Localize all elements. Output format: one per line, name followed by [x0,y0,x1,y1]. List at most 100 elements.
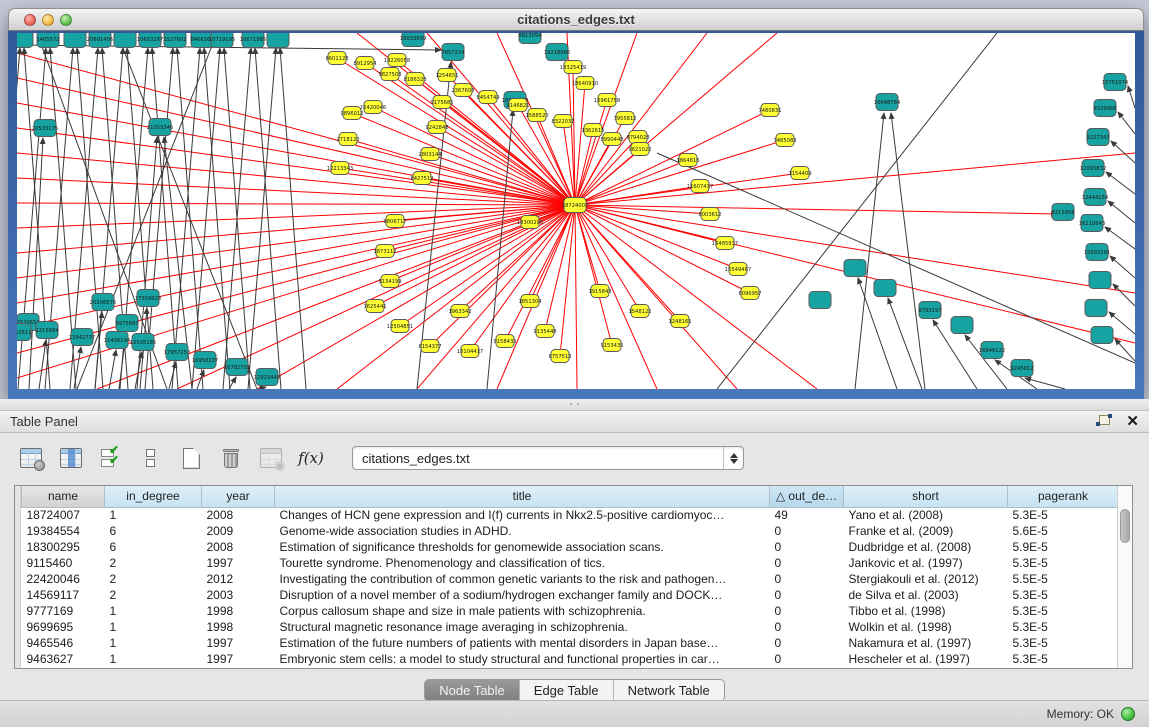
float-panel-icon[interactable] [1096,415,1112,429]
graph-edge[interactable] [1025,378,1065,389]
graph-edge[interactable] [717,33,997,389]
table-row[interactable]: 946554611997Estimation of the future num… [22,635,1118,651]
table-row[interactable]: 911546021997Tourette syndrome. Phenomeno… [22,555,1118,571]
tab-network-table[interactable]: Network Table [614,680,724,701]
column-header-out_de[interactable]: △ out_de… [770,486,844,507]
graph-edge[interactable] [657,153,1135,363]
graph-node-label: 11456194 [104,338,131,344]
graph-node-label: 9245012 [1010,366,1033,372]
graph-edge[interactable] [1110,256,1135,278]
graph-node[interactable] [951,317,973,334]
delete-table-icon[interactable] [218,445,244,471]
graph-edge[interactable] [17,205,575,378]
graph-edge[interactable] [575,83,585,205]
close-window-button[interactable] [24,14,36,26]
zoom-window-button[interactable] [60,14,72,26]
select-columns-icon[interactable] [58,445,84,471]
graph-edge[interactable] [348,139,575,205]
graph-node[interactable] [874,280,896,297]
table-row[interactable]: 2242004622012Investigating the contribut… [22,571,1118,587]
graph-node[interactable] [1085,300,1107,317]
graph-edge[interactable] [560,205,575,356]
column-header-pagerank[interactable]: pagerank [1008,486,1118,507]
row-height-icon[interactable] [138,445,164,471]
table-select-value: citations_edges.txt [353,451,723,466]
column-header-in_degree[interactable]: in_degree [105,486,202,507]
tab-node-table[interactable]: Node Table [425,680,520,701]
graph-node-label: 6794028 [626,135,649,141]
graph-edge[interactable] [337,205,575,389]
graph-node[interactable] [17,33,33,48]
graph-edge[interactable] [1118,112,1135,134]
table-scrollbar[interactable] [1117,486,1132,668]
table-row[interactable]: 946362711997Embryonic stem cells: a mode… [22,651,1118,667]
graph-edge[interactable] [280,48,306,389]
memory-ok-icon[interactable] [1121,707,1135,721]
graph-edge[interactable] [204,48,230,389]
graph-node[interactable] [844,260,866,277]
graph-edge[interactable] [575,205,1135,293]
graph-edge[interactable] [373,107,575,205]
close-panel-icon[interactable]: ✕ [1126,415,1139,429]
graph-node[interactable] [1091,327,1113,344]
graph-node-label: 18325419 [560,65,586,71]
column-header-name[interactable]: name [22,486,105,507]
graph-edge[interactable] [229,377,236,389]
graph-edge[interactable] [17,203,575,205]
graph-node[interactable] [114,33,136,48]
graph-edge[interactable] [888,298,922,389]
column-header-title[interactable]: title [275,486,770,507]
graph-node-label: 20533175 [32,126,58,132]
graph-edge[interactable] [1108,201,1135,223]
table-settings-icon[interactable] [18,445,44,471]
graph-edge[interactable] [137,137,157,389]
table-row[interactable]: 977716911998Corpus callosum shape and si… [22,603,1118,619]
new-table-icon[interactable] [178,445,204,471]
graph-edge[interactable] [1128,86,1135,108]
graph-node[interactable] [809,292,831,309]
graph-node-label: 17957253 [164,350,190,356]
citation-graph[interactable]: 1405572206914061065328715276028466162107… [17,33,1135,389]
graph-edge[interactable] [97,205,575,389]
graph-edge[interactable] [152,48,178,389]
graph-edge[interactable] [1111,141,1135,163]
scrollbar-thumb[interactable] [1120,509,1130,543]
panel-split-divider[interactable] [0,399,1149,411]
graph-node-label: 1248161 [668,319,691,325]
memory-status-label[interactable]: Memory: OK [1047,707,1114,721]
table-row[interactable]: 1872400712008Changes of HCN gene express… [22,507,1118,523]
divider-grip-icon[interactable] [568,402,582,407]
graph-edge[interactable] [17,153,575,205]
graph-edge[interactable] [575,205,577,389]
graph-edge[interactable] [400,205,575,326]
graph-edge[interactable] [891,113,925,389]
table-row[interactable]: 1830029562008Estimation of significance … [22,539,1118,555]
graph-node[interactable] [64,33,86,48]
graph-node[interactable] [1089,272,1111,289]
graph-node-label: 1215684 [35,328,59,334]
graph-edge[interactable] [545,205,575,331]
graph-edge[interactable] [17,103,575,205]
network-canvas[interactable]: 1405572206914061065328715276028466162107… [17,33,1135,389]
delete-column-icon: x [258,445,284,471]
function-builder-icon[interactable]: f(x) [298,445,324,471]
graph-node-label: 12444154 [1082,195,1109,201]
table-row[interactable]: 969969511998Structural magnetic resonanc… [22,619,1118,635]
node-table-grid[interactable]: namein_degreeyeartitle△ out_de…shortpage… [21,486,1117,667]
column-header-year[interactable]: year [202,486,275,507]
graph-edge[interactable] [1106,172,1135,194]
graph-edge[interactable] [17,205,575,278]
minimize-window-button[interactable] [42,14,54,26]
select-rows-icon[interactable]: ✔✔ [98,445,124,471]
graph-edge[interactable] [1105,227,1135,249]
graph-edge[interactable] [1113,284,1135,306]
graph-edge[interactable] [575,205,817,389]
window-titlebar[interactable]: citations_edges.txt [8,8,1144,31]
table-row[interactable]: 1456911722003Disruption of a novel membe… [22,587,1118,603]
graph-node[interactable] [267,33,289,48]
table-select-dropdown[interactable]: citations_edges.txt [352,446,744,470]
column-header-short[interactable]: short [844,486,1008,507]
graph-node-label: 10653287 [137,37,163,43]
table-row[interactable]: 1938455462009Genome-wide association stu… [22,523,1118,539]
tab-edge-table[interactable]: Edge Table [520,680,614,701]
